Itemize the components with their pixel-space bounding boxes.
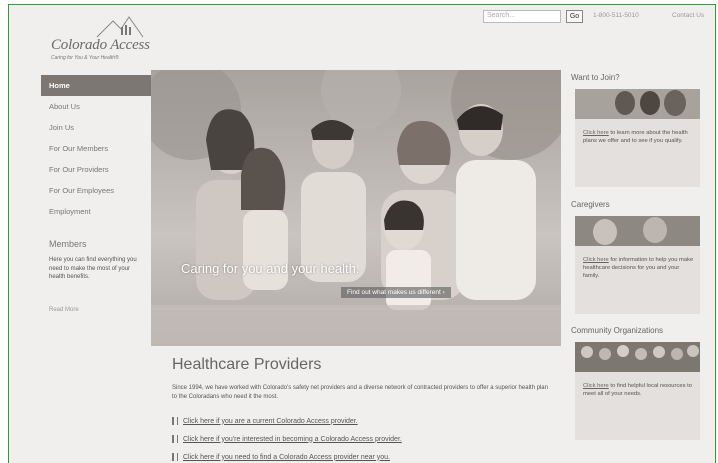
logo-name: Colorado Access — [51, 37, 150, 53]
search-input[interactable]: Search... — [483, 10, 561, 23]
read-more-link[interactable]: Read More — [49, 307, 79, 313]
caregivers-click-here-link[interactable]: Click here — [583, 257, 609, 263]
members-text: Here you can find everything you need to… — [49, 257, 137, 280]
community-box: Click here to find helpful local resourc… — [575, 342, 700, 440]
nav-item-home[interactable]: Home — [41, 75, 151, 96]
providers-text: Since 1994, we have worked with Colorado… — [172, 385, 548, 400]
provider-link-current[interactable]: Click here if you are a current Colorado… — [172, 417, 358, 425]
join-click-here-link[interactable]: Click here — [583, 130, 609, 136]
nav-item-employment[interactable]: Employment — [41, 201, 151, 222]
nav-item-for-our-members[interactable]: For Our Members — [41, 138, 151, 159]
community-heading: Community Organizations — [571, 326, 664, 335]
caregivers-box: Click here for information to help you m… — [575, 216, 700, 314]
document-icon — [172, 417, 178, 425]
join-text: Click here to learn more about the healt… — [583, 130, 688, 144]
phone-number: 1-800-511-5010 — [593, 12, 639, 19]
caregivers-text: Click here for information to help you m… — [583, 257, 694, 279]
logo[interactable]: Colorado Access Caring for You & Your He… — [51, 15, 171, 63]
family-photo — [151, 70, 561, 346]
hero-cta-link[interactable]: Find out what makes us different › — [341, 287, 451, 298]
provider-link-become[interactable]: Click here if you're interested in becom… — [172, 435, 402, 443]
providers-heading: Healthcare Providers — [172, 356, 322, 373]
provider-link-label[interactable]: Click here if you need to find a Colorad… — [183, 454, 390, 461]
nav-item-about-us[interactable]: About Us — [41, 96, 151, 117]
document-icon — [172, 435, 178, 443]
community-click-here-link[interactable]: Click here — [583, 383, 609, 389]
provider-link-label[interactable]: Click here if you are a current Colorado… — [183, 418, 358, 425]
provider-link-label[interactable]: Click here if you're interested in becom… — [183, 436, 402, 443]
join-photo — [575, 89, 700, 119]
logo-tagline: Caring for You & Your Health® — [51, 55, 119, 61]
document-icon — [172, 453, 178, 461]
search-go-button[interactable]: Go — [566, 10, 583, 23]
nav-item-for-our-employees[interactable]: For Our Employees — [41, 180, 151, 201]
nav-item-for-our-providers[interactable]: For Our Providers — [41, 159, 151, 180]
main-nav: Home About Us Join Us For Our Members Fo… — [41, 75, 151, 222]
provider-link-find[interactable]: Click here if you need to find a Colorad… — [172, 453, 390, 461]
community-text: Click here to find helpful local resourc… — [583, 383, 692, 397]
want-to-join-heading: Want to Join? — [571, 73, 620, 82]
hero-image: Caring for you and your health. Find out… — [151, 70, 561, 346]
caregivers-photo — [575, 216, 700, 246]
members-heading: Members — [49, 239, 87, 249]
nav-item-join-us[interactable]: Join Us — [41, 117, 151, 138]
mountain-logo-icon — [96, 16, 144, 38]
hero-caption: Caring for you and your health. — [181, 261, 360, 276]
caregivers-heading: Caregivers — [571, 200, 610, 209]
contact-us-link[interactable]: Contact Us — [672, 12, 704, 19]
want-to-join-box: Click here to learn more about the healt… — [575, 89, 700, 187]
page-frame: Colorado Access Caring for You & Your He… — [8, 4, 716, 463]
community-photo — [575, 342, 700, 372]
